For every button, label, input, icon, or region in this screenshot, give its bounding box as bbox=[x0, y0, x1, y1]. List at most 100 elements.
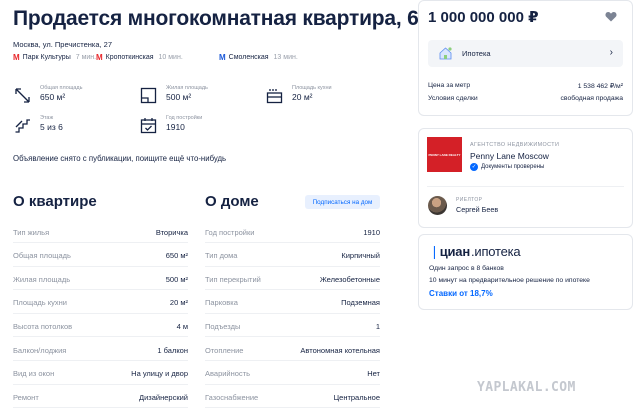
detail-row: Газоснабжение Центральное bbox=[205, 391, 380, 403]
documents-verified-text: Документы проверены bbox=[481, 164, 545, 170]
realtor-name-link[interactable]: Сергей Беев bbox=[456, 205, 498, 214]
row-divider bbox=[205, 360, 380, 361]
feature-floor: Этаж 5 из 6 bbox=[14, 115, 63, 134]
detail-value: 500 м² bbox=[165, 274, 188, 284]
detail-label: Подъезды bbox=[205, 321, 241, 331]
metro-station-name: Парк Культуры bbox=[22, 54, 71, 61]
feature-label: Жилая площадь bbox=[166, 85, 208, 91]
metro-icon: M bbox=[13, 53, 20, 62]
detail-value: 1 балкон bbox=[157, 345, 188, 355]
detail-label: Газоснабжение bbox=[205, 392, 259, 402]
documents-verified-badge: ✓ Документы проверены bbox=[470, 163, 544, 171]
price-per-meter-label: Цена за метр bbox=[428, 82, 471, 89]
cian-rates-link[interactable]: Ставки от 18,7% bbox=[429, 289, 493, 298]
area-icon bbox=[15, 88, 30, 103]
feature-label: Общая площадь bbox=[40, 85, 83, 91]
page-title: Продается многокомнатная квартира, 650 м… bbox=[13, 7, 470, 30]
detail-row: Аварийность Нет bbox=[205, 368, 380, 380]
detail-row: Вид из окон На улицу и двор bbox=[13, 368, 188, 380]
detail-label: Тип перекрытий bbox=[205, 274, 261, 284]
price-per-meter-row: Цена за метр 1 538 462 ₽/м² bbox=[428, 82, 623, 90]
detail-row: Парковка Подземная bbox=[205, 297, 380, 309]
row-divider bbox=[13, 265, 188, 267]
metro-walk-time: 13 мин. bbox=[273, 54, 298, 61]
metro-station-name: Смоленская bbox=[228, 54, 269, 61]
feature-value: 650 м² bbox=[40, 92, 66, 102]
metro-icon: M bbox=[219, 53, 226, 62]
address-link[interactable]: Москва, ул. Пречистенка, 27 bbox=[13, 40, 112, 49]
realtor-avatar[interactable] bbox=[428, 196, 447, 215]
metro-icon: M bbox=[96, 53, 103, 62]
detail-value: 650 м² bbox=[165, 251, 188, 261]
divider bbox=[427, 186, 624, 187]
cian-logo-main: циан bbox=[439, 244, 470, 259]
row-divider bbox=[13, 242, 188, 243]
metro-station-name: Кропоткинская bbox=[105, 54, 154, 61]
detail-value: Дизайнерский bbox=[139, 392, 188, 402]
row-divider bbox=[13, 360, 188, 361]
feature-kitchen-area: Площадь кухни 20 м² bbox=[266, 85, 332, 104]
row-divider bbox=[13, 289, 188, 291]
cian-banks-text: Один запрос в 8 банков bbox=[429, 265, 504, 272]
metro-station[interactable]: M Кропоткинская 10 мин. bbox=[96, 53, 183, 62]
check-icon: ✓ bbox=[470, 163, 478, 171]
deal-terms-label: Условия сделки bbox=[428, 95, 478, 102]
agency-name-link[interactable]: Penny Lane Moscow bbox=[470, 151, 549, 161]
cian-logo-sub: .ипотека bbox=[470, 244, 521, 259]
feature-value: 1910 bbox=[166, 122, 185, 132]
realtor-caption: Риелтор bbox=[456, 197, 483, 203]
detail-label: Ремонт bbox=[13, 392, 39, 402]
living-area-icon bbox=[140, 87, 157, 104]
detail-value: На улицу и двор bbox=[131, 369, 188, 379]
detail-row: Тип жилья Вторичка bbox=[13, 226, 188, 238]
cian-logo-mark: ❘ bbox=[429, 244, 440, 259]
feature-value: 500 м² bbox=[166, 92, 192, 102]
heart-icon[interactable] bbox=[605, 11, 617, 22]
row-divider bbox=[205, 312, 380, 314]
row-divider bbox=[205, 407, 380, 409]
detail-value: Кирпичный bbox=[341, 251, 380, 261]
price: 1 000 000 000 ₽ bbox=[428, 9, 539, 26]
detail-row: Тип дома Кирпичный bbox=[205, 250, 380, 262]
row-divider bbox=[205, 289, 380, 291]
unpublished-notice: Объявление снято с публикации, поищите е… bbox=[13, 154, 227, 163]
feature-label: Этаж bbox=[40, 115, 54, 121]
detail-value: 20 м² bbox=[169, 298, 188, 308]
detail-row: Общая площадь 650 м² bbox=[13, 250, 188, 262]
detail-row: Ремонт Дизайнерский bbox=[13, 391, 188, 403]
row-divider bbox=[13, 407, 188, 409]
detail-value: Автономная котельная bbox=[300, 345, 380, 355]
detail-label: Парковка bbox=[205, 298, 238, 308]
metro-walk-time: 7 мин. bbox=[75, 54, 97, 61]
kitchen-icon bbox=[266, 89, 283, 104]
watermark: YAPLAKAL.COM bbox=[477, 380, 576, 395]
detail-label: Общая площадь bbox=[13, 251, 71, 261]
metro-walk-time: 10 мин. bbox=[158, 54, 183, 61]
detail-row: Подъезды 1 bbox=[205, 320, 380, 332]
row-divider bbox=[205, 336, 380, 338]
feature-label: Площадь кухни bbox=[292, 85, 332, 91]
subscribe-house-button[interactable]: Подписаться на дом bbox=[305, 195, 380, 209]
agency-logo[interactable]: PENNY LANE REALTY bbox=[427, 137, 462, 172]
row-divider bbox=[13, 312, 188, 314]
agency-caption: Агентство недвижимости bbox=[470, 142, 560, 148]
row-divider bbox=[13, 336, 188, 338]
feature-label: Год постройки bbox=[166, 115, 203, 121]
detail-value: Вторичка bbox=[155, 227, 188, 237]
calendar-icon bbox=[140, 118, 157, 134]
detail-value: Железобетонные bbox=[319, 274, 380, 284]
detail-label: Тип жилья bbox=[13, 227, 50, 237]
detail-value: 1910 bbox=[363, 227, 380, 237]
cian-mortgage-logo: ❘ циан .ипотека bbox=[429, 244, 521, 260]
detail-label: Высота потолков bbox=[13, 321, 73, 331]
detail-label: Вид из окон bbox=[13, 369, 55, 379]
metro-station[interactable]: M Смоленская 13 мин. bbox=[219, 53, 298, 62]
detail-value: Центральное bbox=[333, 392, 380, 402]
metro-station[interactable]: M Парк Культуры 7 мин. bbox=[13, 53, 96, 62]
detail-row: Высота потолков 4 м bbox=[13, 320, 188, 332]
mortgage-button[interactable]: Ипотека › bbox=[428, 40, 623, 67]
detail-value: Нет bbox=[367, 369, 380, 379]
detail-label: Аварийность bbox=[205, 369, 251, 379]
mortgage-label: Ипотека bbox=[462, 49, 491, 58]
feature-value: 20 м² bbox=[292, 92, 313, 102]
